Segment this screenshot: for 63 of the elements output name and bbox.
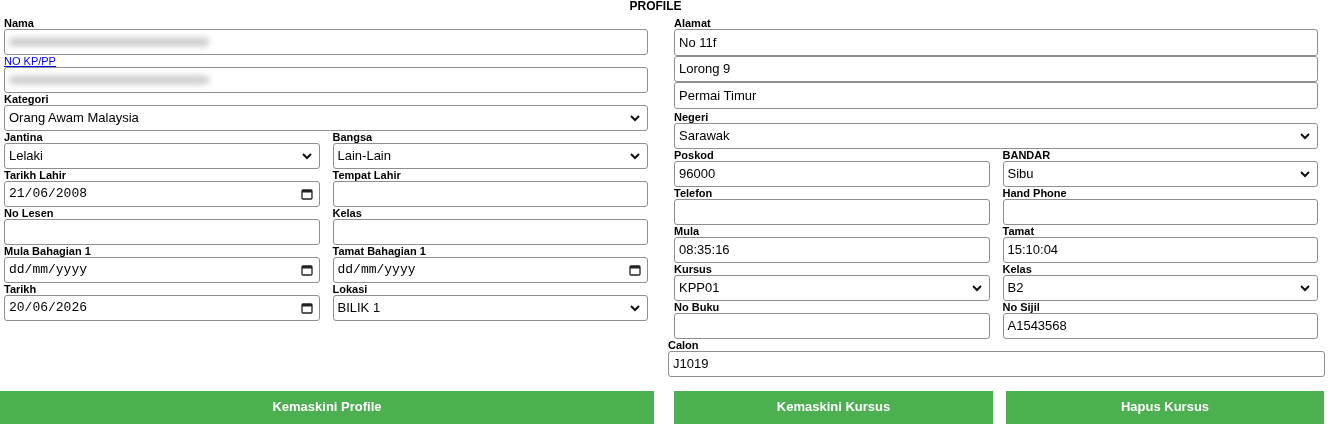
field-label: No Buku bbox=[674, 300, 720, 313]
field-label: Tamat bbox=[1002, 224, 1035, 237]
text-field[interactable] bbox=[674, 198, 990, 225]
date-field[interactable]: 20/06/2026 bbox=[4, 295, 320, 321]
text-field[interactable]: A1543568 bbox=[1002, 312, 1318, 339]
select-field[interactable]: Lelaki bbox=[4, 143, 320, 169]
field-label: Tarikh bbox=[4, 283, 37, 295]
field-label: Calon bbox=[668, 338, 699, 351]
calendar-icon bbox=[300, 188, 313, 200]
field-label: Nama bbox=[4, 17, 34, 29]
text-field[interactable] bbox=[332, 181, 648, 207]
field-label: Hand Phone bbox=[1002, 186, 1067, 199]
select-field[interactable]: Sarawak bbox=[674, 122, 1318, 149]
blurred-field[interactable] bbox=[4, 29, 648, 55]
select-field[interactable]: Sibu bbox=[1002, 160, 1318, 187]
chevron-down-icon bbox=[629, 112, 641, 124]
field-label: Poskod bbox=[674, 148, 714, 161]
text-field[interactable]: 96000 bbox=[674, 160, 990, 187]
text-field[interactable] bbox=[4, 219, 320, 245]
field-label: No Sijil bbox=[1002, 300, 1040, 313]
field-label: Kelas bbox=[332, 207, 362, 219]
text-field[interactable] bbox=[332, 219, 648, 245]
select-field[interactable]: KPP01 bbox=[674, 274, 990, 301]
address-field[interactable]: No 11f bbox=[674, 29, 1318, 56]
field-label: Jantina bbox=[4, 131, 43, 143]
field-label: Negeri bbox=[674, 110, 709, 123]
text-field[interactable] bbox=[1002, 198, 1318, 225]
field-label: Kelas bbox=[1002, 262, 1032, 275]
chevron-down-icon bbox=[629, 150, 641, 162]
field-label: Kursus bbox=[674, 262, 712, 275]
field-label: Kategori bbox=[4, 93, 49, 105]
page-title: PROFILE bbox=[629, 0, 682, 12]
field-label: Lokasi bbox=[332, 283, 368, 295]
field-label: BANDAR bbox=[1002, 148, 1051, 161]
field-label: Alamat bbox=[674, 17, 712, 29]
select-field[interactable]: Lain-Lain bbox=[332, 143, 648, 169]
select-field[interactable]: B2 bbox=[1002, 274, 1318, 301]
chevron-down-icon bbox=[629, 302, 641, 314]
text-field[interactable] bbox=[674, 312, 990, 339]
select-field[interactable]: Orang Awam Malaysia bbox=[4, 105, 648, 131]
date-field[interactable]: 21/06/2008 bbox=[4, 181, 320, 207]
calendar-icon bbox=[629, 264, 641, 276]
calendar-icon bbox=[300, 302, 313, 314]
date-field[interactable]: dd/mm/yyyy bbox=[4, 257, 320, 283]
select-field[interactable]: BILIK 1 bbox=[332, 295, 648, 321]
date-field[interactable]: dd/mm/yyyy bbox=[332, 257, 648, 283]
field-label: Mula bbox=[674, 224, 700, 237]
text-field[interactable]: 08:35:16 bbox=[674, 236, 990, 263]
field-label: Tarikh Lahir bbox=[4, 169, 67, 181]
field-label: Bangsa bbox=[332, 131, 373, 143]
text-field[interactable]: 15:10:04 bbox=[1002, 236, 1318, 263]
field-label: No Lesen bbox=[4, 207, 54, 219]
id-number-link[interactable]: NO KP/PP bbox=[4, 55, 56, 67]
field-label: Tamat Bahagian 1 bbox=[332, 245, 426, 257]
field-label: Telefon bbox=[674, 186, 713, 199]
chevron-down-icon bbox=[300, 150, 313, 162]
blurred-field[interactable] bbox=[4, 67, 648, 93]
field-label: Tempat Lahir bbox=[332, 169, 401, 181]
text-field[interactable]: J1019 bbox=[668, 350, 1325, 377]
field-label: Mula Bahagian 1 bbox=[4, 245, 91, 257]
address-field[interactable]: Lorong 9 bbox=[674, 55, 1318, 82]
calendar-icon bbox=[300, 264, 313, 276]
address-field[interactable]: Permai Timur bbox=[674, 82, 1318, 109]
